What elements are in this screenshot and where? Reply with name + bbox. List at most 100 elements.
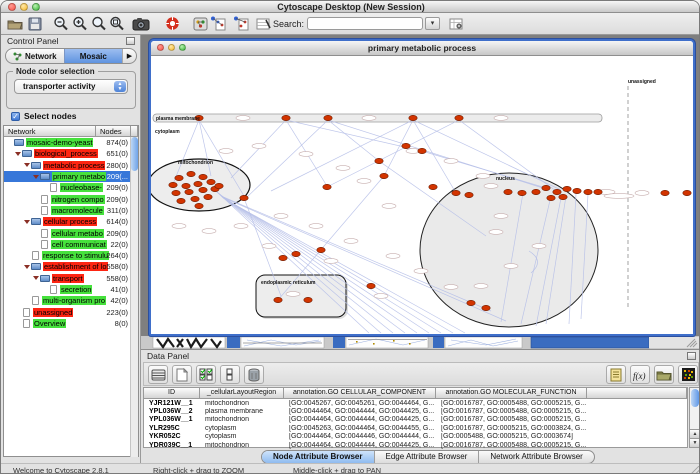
gene-node[interactable] — [452, 190, 460, 195]
network-tree-item[interactable]: Overview8(0) — [4, 318, 131, 329]
network-tree-item[interactable]: unassigned223(0) — [4, 306, 131, 317]
expand-arrow-icon[interactable] — [24, 220, 30, 224]
gene-node[interactable] — [547, 195, 555, 200]
tree-scrollbar-thumb[interactable] — [131, 137, 138, 171]
annotation-notes-icon[interactable] — [606, 365, 626, 384]
network-tree-item[interactable]: establishment of lo558(0) — [4, 261, 131, 272]
tab-network-attribute-browser[interactable]: Network Attribute Browser — [479, 451, 593, 463]
tab-network[interactable]: Network — [6, 49, 64, 63]
gene-node[interactable] — [199, 187, 207, 192]
edit-network-properties-icon[interactable] — [254, 15, 272, 32]
gene-node[interactable] — [182, 183, 190, 188]
expand-arrow-icon[interactable] — [24, 163, 30, 167]
gene-node[interactable] — [683, 190, 691, 195]
open-file-icon[interactable] — [6, 15, 24, 32]
tabs-overflow-arrow-icon[interactable]: ▶ — [122, 49, 136, 63]
zoom-in-icon[interactable] — [71, 15, 89, 32]
network-tree-item[interactable]: transport558(0) — [4, 273, 131, 284]
gene-node[interactable] — [402, 143, 410, 148]
float-panel-icon[interactable] — [126, 37, 135, 45]
select-attributes-icon[interactable] — [196, 365, 216, 384]
gene-node[interactable] — [195, 203, 203, 208]
network-tree-item[interactable]: cellular process614(0) — [4, 216, 131, 227]
network-view-titlebar[interactable]: primary metabolic process — [151, 41, 693, 56]
gene-node[interactable] — [279, 255, 287, 260]
network-tree-item[interactable]: cell communicat22(0) — [4, 239, 131, 250]
network-tree-item[interactable]: biological_process651(0) — [4, 148, 131, 159]
table-row[interactable]: YLR295Ccytoplasm[GO:0045263, GO:0044464,… — [144, 424, 687, 432]
gene-node[interactable] — [553, 189, 561, 194]
expand-arrow-icon[interactable] — [24, 265, 30, 269]
expand-arrow-icon[interactable] — [15, 152, 21, 156]
zoom-out-icon[interactable] — [52, 15, 70, 32]
zoom-selected-icon[interactable] — [108, 15, 126, 32]
gene-node[interactable] — [323, 184, 331, 189]
gene-node[interactable] — [467, 300, 475, 305]
network-view-window[interactable]: primary metabolic process plasma membran… — [149, 39, 695, 336]
table-column-header[interactable]: ID — [144, 388, 200, 399]
table-scrollbar[interactable]: ▲ ▼ — [689, 387, 700, 448]
table-row[interactable]: YKR052Ccytoplasm[GO:0044464, GO:0044446,… — [144, 433, 687, 441]
zoom-fit-icon[interactable] — [90, 15, 108, 32]
gene-node[interactable] — [455, 115, 463, 120]
gene-node[interactable] — [317, 247, 325, 252]
search-options-icon[interactable] — [447, 15, 465, 32]
gene-node[interactable] — [207, 179, 215, 184]
gene-node[interactable] — [375, 158, 383, 163]
gene-node[interactable] — [304, 297, 312, 302]
node-color-dropdown[interactable]: transporter activity ▲▼ — [14, 79, 128, 94]
network-tree-item[interactable]: multi-organism pro42(0) — [4, 295, 131, 306]
gene-node[interactable] — [199, 174, 207, 179]
gene-node[interactable] — [204, 194, 212, 199]
gene-node[interactable] — [584, 189, 592, 194]
expand-arrow-icon[interactable] — [33, 276, 39, 280]
network-tree-item[interactable]: nucleobase-209(0) — [4, 182, 131, 193]
open-attributes-icon[interactable] — [654, 365, 674, 384]
gene-node[interactable] — [559, 194, 567, 199]
gene-node[interactable] — [185, 189, 193, 194]
table-column-header[interactable]: annotation.GO CELLULAR_COMPONENT — [284, 388, 436, 399]
resize-grip-icon[interactable] — [690, 466, 699, 474]
function-builder-icon[interactable]: f(x) — [630, 365, 650, 384]
import-annotation-icon[interactable] — [232, 15, 250, 32]
expand-arrow-icon[interactable] — [33, 175, 39, 179]
gene-node[interactable] — [542, 185, 550, 190]
float-data-panel-icon[interactable] — [687, 352, 696, 360]
gene-node[interactable] — [409, 115, 417, 120]
gene-node[interactable] — [429, 184, 437, 189]
gene-node[interactable] — [282, 115, 290, 120]
gene-node[interactable] — [563, 186, 571, 191]
delete-attribute-icon[interactable] — [244, 365, 264, 384]
gene-node[interactable] — [380, 173, 388, 178]
select-all-icon[interactable] — [148, 365, 168, 384]
gene-node[interactable] — [482, 305, 490, 310]
table-column-header[interactable]: annotation.GO MOLECULAR_FUNCTION — [436, 388, 587, 399]
gene-node[interactable] — [175, 175, 183, 180]
table-column-header[interactable]: _cellularLayoutRegion — [200, 388, 284, 399]
gene-node[interactable] — [215, 183, 223, 188]
gene-node[interactable] — [187, 171, 195, 176]
gene-node[interactable] — [194, 181, 202, 186]
gene-node[interactable] — [367, 283, 375, 288]
gene-node[interactable] — [191, 196, 199, 201]
table-row[interactable]: YPL036W__2plasma membrane[GO:0044464, GO… — [144, 407, 687, 415]
gene-node[interactable] — [465, 192, 473, 197]
tree-scrollbar[interactable] — [130, 137, 138, 457]
column-header-nodes[interactable]: Nodes — [96, 126, 131, 137]
tab-node-attribute-browser[interactable]: Node Attribute Browser — [262, 451, 375, 463]
network-tree-item[interactable]: macromolecule311(0) — [4, 205, 131, 216]
network-tree-item[interactable]: mosaic-demo-yeast874(0) — [4, 137, 131, 148]
gene-node[interactable] — [573, 188, 581, 193]
gene-node[interactable] — [274, 297, 282, 302]
help-icon[interactable] — [163, 15, 181, 32]
select-nodes-checkbox[interactable]: ✓ — [11, 112, 20, 121]
scroll-down-icon[interactable]: ▼ — [690, 438, 700, 447]
gene-node[interactable] — [518, 190, 526, 195]
unselect-attributes-icon[interactable] — [220, 365, 240, 384]
network-canvas[interactable]: plasma membrane cytoplasm mitochondrion … — [151, 56, 693, 334]
gene-node[interactable] — [661, 190, 669, 195]
gene-node[interactable] — [324, 115, 332, 120]
scroll-up-icon[interactable]: ▲ — [690, 429, 700, 438]
network-tree-item[interactable]: nitrogen compo209(0) — [4, 193, 131, 204]
network-tree-item[interactable]: response to stimulu264(0) — [4, 250, 131, 261]
